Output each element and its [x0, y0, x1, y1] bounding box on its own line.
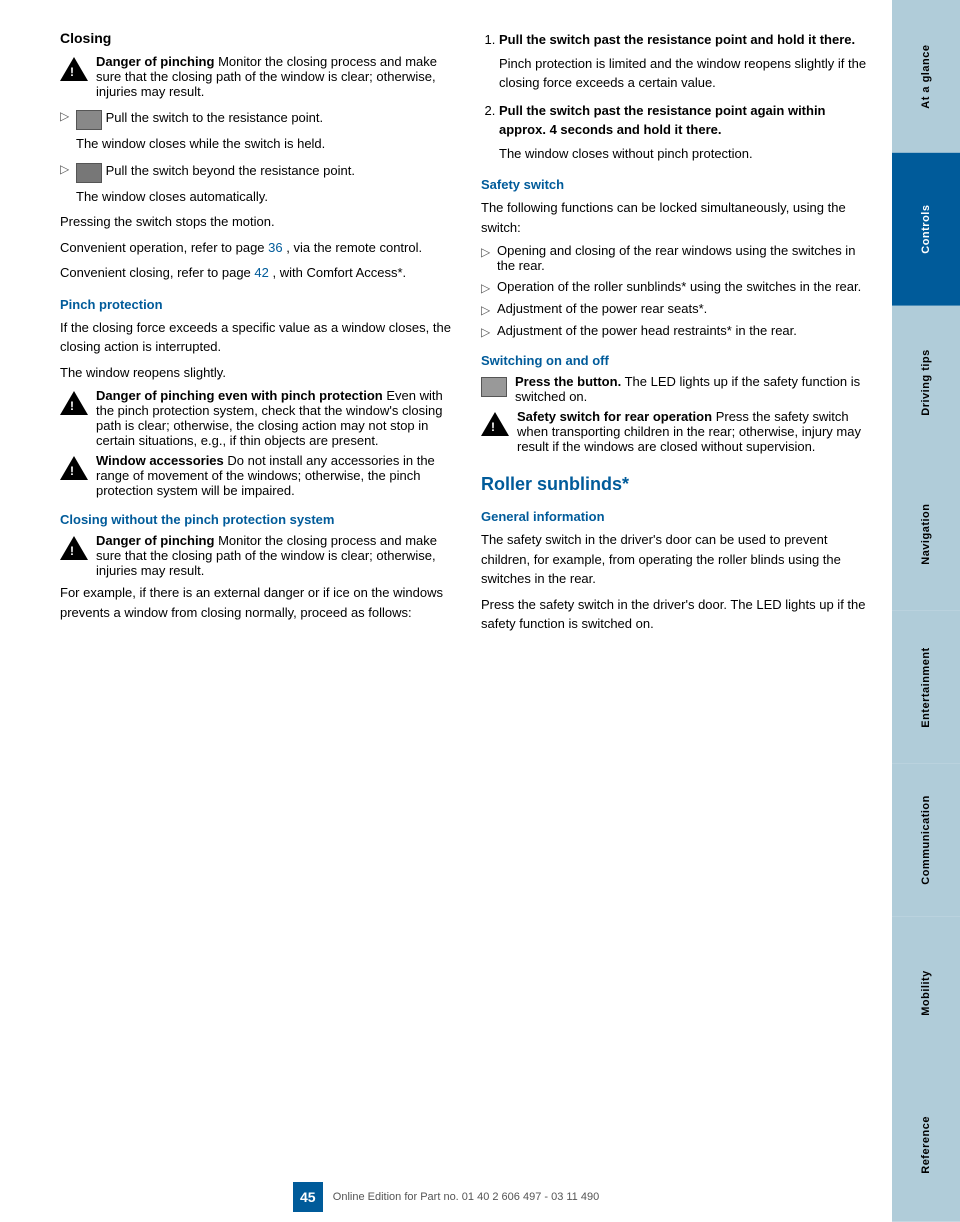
sidebar-tab-label-at-a-glance: At a glance: [920, 44, 932, 108]
step-2-text: Pull the switch past the resistance poin…: [499, 103, 826, 138]
sidebar-tab-label-driving-tips: Driving tips: [920, 349, 932, 416]
warning-5-content: Safety switch for rear operation Press t…: [517, 409, 872, 454]
safety-arrow-2: ▷: [481, 281, 491, 295]
sidebar-tab-at-a-glance[interactable]: At a glance: [892, 0, 960, 153]
bullet-2-content: Pull the switch beyond the resistance po…: [76, 160, 451, 207]
sidebar-tab-controls[interactable]: Controls: [892, 153, 960, 306]
sidebar-tab-label-mobility: Mobility: [920, 970, 932, 1016]
warning-2-content: Danger of pinching even with pinch prote…: [96, 388, 451, 448]
warning-3-content: Window accessories Do not install any ac…: [96, 453, 451, 498]
warning-triangle-icon-1: [60, 57, 88, 81]
sidebar: At a glance Controls Driving tips Naviga…: [892, 0, 960, 1222]
bullet-1-content: Pull the switch to the resistance point.…: [76, 107, 451, 154]
warning-triangle-icon-5: [481, 412, 509, 436]
warning-4-content: Danger of pinching Monitor the closing p…: [96, 533, 451, 578]
convenient-2-text: Convenient closing, refer to page 42 , w…: [60, 263, 451, 283]
two-column-layout: Closing Danger of pinching Monitor the c…: [60, 30, 872, 1182]
step-1: Pull the switch past the resistance poin…: [499, 30, 872, 93]
sidebar-tab-label-entertainment: Entertainment: [920, 647, 932, 727]
safety-arrow-1: ▷: [481, 245, 491, 259]
page-link-42[interactable]: 42: [254, 265, 268, 280]
step-1-text: Pull the switch past the resistance poin…: [499, 32, 855, 47]
general-p2: Press the safety switch in the driver's …: [481, 595, 872, 634]
bullet-arrow-1: ▷: [60, 109, 70, 123]
main-content: Closing Danger of pinching Monitor the c…: [0, 0, 892, 1222]
sidebar-tab-label-controls: Controls: [920, 205, 932, 254]
sidebar-tab-mobility[interactable]: Mobility: [892, 917, 960, 1070]
pinch-p1: If the closing force exceeds a specific …: [60, 318, 451, 357]
bullet-1-text: Pull the switch to the resistance point.: [106, 110, 324, 125]
safety-bullet-4: ▷ Adjustment of the power head restraint…: [481, 323, 872, 339]
warning-3-title: Window accessories: [96, 453, 224, 468]
sidebar-tab-reference[interactable]: Reference: [892, 1069, 960, 1222]
left-column: Closing Danger of pinching Monitor the c…: [60, 30, 451, 1182]
warning-5-title: Safety switch for rear operation: [517, 409, 712, 424]
sidebar-tab-entertainment[interactable]: Entertainment: [892, 611, 960, 764]
switch-icon-2: [76, 163, 102, 183]
switch-icon-1: [76, 110, 102, 130]
footer: 45 Online Edition for Part no. 01 40 2 6…: [0, 1182, 892, 1212]
warning-block-2: Danger of pinching even with pinch prote…: [60, 388, 451, 448]
closing-title: Closing: [60, 30, 451, 46]
bullet-item-1: ▷ Pull the switch to the resistance poin…: [60, 107, 451, 154]
safety-bullet-3-text: Adjustment of the power rear seats*.: [497, 301, 707, 316]
page-link-36[interactable]: 36: [268, 240, 282, 255]
bullet-item-2: ▷ Pull the switch beyond the resistance …: [60, 160, 451, 207]
general-p1: The safety switch in the driver's door c…: [481, 530, 872, 589]
warning-1-content: Danger of pinching Monitor the closing p…: [96, 54, 451, 99]
pinch-p2: The window reopens slightly.: [60, 363, 451, 383]
warning-4-title: Danger of pinching: [96, 533, 214, 548]
warning-triangle-icon-2: [60, 391, 88, 415]
safety-bullet-2: ▷ Operation of the roller sunblinds* usi…: [481, 279, 872, 295]
safety-bullet-4-text: Adjustment of the power head restraints*…: [497, 323, 797, 338]
safety-bullet-1-text: Opening and closing of the rear windows …: [497, 243, 872, 273]
bullet-1-sub: The window closes while the switch is he…: [76, 134, 451, 154]
press-stop-text: Pressing the switch stops the motion.: [60, 212, 451, 232]
press-button-icon: [481, 377, 507, 397]
bullet-2-sub: The window closes automatically.: [76, 187, 451, 207]
page-container: Closing Danger of pinching Monitor the c…: [0, 0, 960, 1222]
sidebar-tab-navigation[interactable]: Navigation: [892, 458, 960, 611]
step-1-detail: Pinch protection is limited and the wind…: [499, 54, 872, 93]
closing-pinch-title: Closing without the pinch protection sys…: [60, 512, 451, 527]
convenient-1-text: Convenient operation, refer to page 36 ,…: [60, 238, 451, 258]
right-column: Pull the switch past the resistance poin…: [481, 30, 872, 1182]
safety-bullet-3: ▷ Adjustment of the power rear seats*.: [481, 301, 872, 317]
warning-block-1: Danger of pinching Monitor the closing p…: [60, 54, 451, 99]
pinch-protection-title: Pinch protection: [60, 297, 451, 312]
bullet-arrow-2: ▷: [60, 162, 70, 176]
safety-arrow-4: ▷: [481, 325, 491, 339]
warning-block-4: Danger of pinching Monitor the closing p…: [60, 533, 451, 578]
steps-list: Pull the switch past the resistance poin…: [481, 30, 872, 163]
switching-content: Press the button. The LED lights up if t…: [515, 374, 872, 404]
sidebar-tab-label-reference: Reference: [920, 1117, 932, 1175]
step-2-detail: The window closes without pinch protecti…: [499, 144, 872, 164]
step-2: Pull the switch past the resistance poin…: [499, 101, 872, 164]
for-example-text: For example, if there is an external dan…: [60, 583, 451, 622]
sidebar-tab-label-communication: Communication: [920, 795, 932, 885]
safety-bullet-1: ▷ Opening and closing of the rear window…: [481, 243, 872, 273]
switch-step-text: Press the button.: [515, 374, 621, 389]
switching-block: Press the button. The LED lights up if t…: [481, 374, 872, 404]
warning-1-title: Danger of pinching: [96, 54, 214, 69]
warning-triangle-icon-4: [60, 536, 88, 560]
sidebar-tab-label-navigation: Navigation: [920, 504, 932, 565]
warning-2-title: Danger of pinching even with pinch prote…: [96, 388, 383, 403]
warning-block-5: Safety switch for rear operation Press t…: [481, 409, 872, 454]
safety-p1: The following functions can be locked si…: [481, 198, 872, 237]
sidebar-tab-communication[interactable]: Communication: [892, 764, 960, 917]
warning-triangle-icon-3: [60, 456, 88, 480]
safety-switch-title: Safety switch: [481, 177, 872, 192]
switching-title: Switching on and off: [481, 353, 872, 368]
footer-copyright: Online Edition for Part no. 01 40 2 606 …: [333, 1191, 599, 1203]
safety-bullet-2-text: Operation of the roller sunblinds* using…: [497, 279, 861, 294]
page-number-box: 45: [293, 1182, 323, 1212]
general-info-title: General information: [481, 509, 872, 524]
bullet-2-text: Pull the switch beyond the resistance po…: [106, 162, 355, 177]
roller-sunblinds-title: Roller sunblinds*: [481, 474, 872, 495]
warning-block-3: Window accessories Do not install any ac…: [60, 453, 451, 498]
safety-arrow-3: ▷: [481, 303, 491, 317]
sidebar-tab-driving-tips[interactable]: Driving tips: [892, 306, 960, 459]
